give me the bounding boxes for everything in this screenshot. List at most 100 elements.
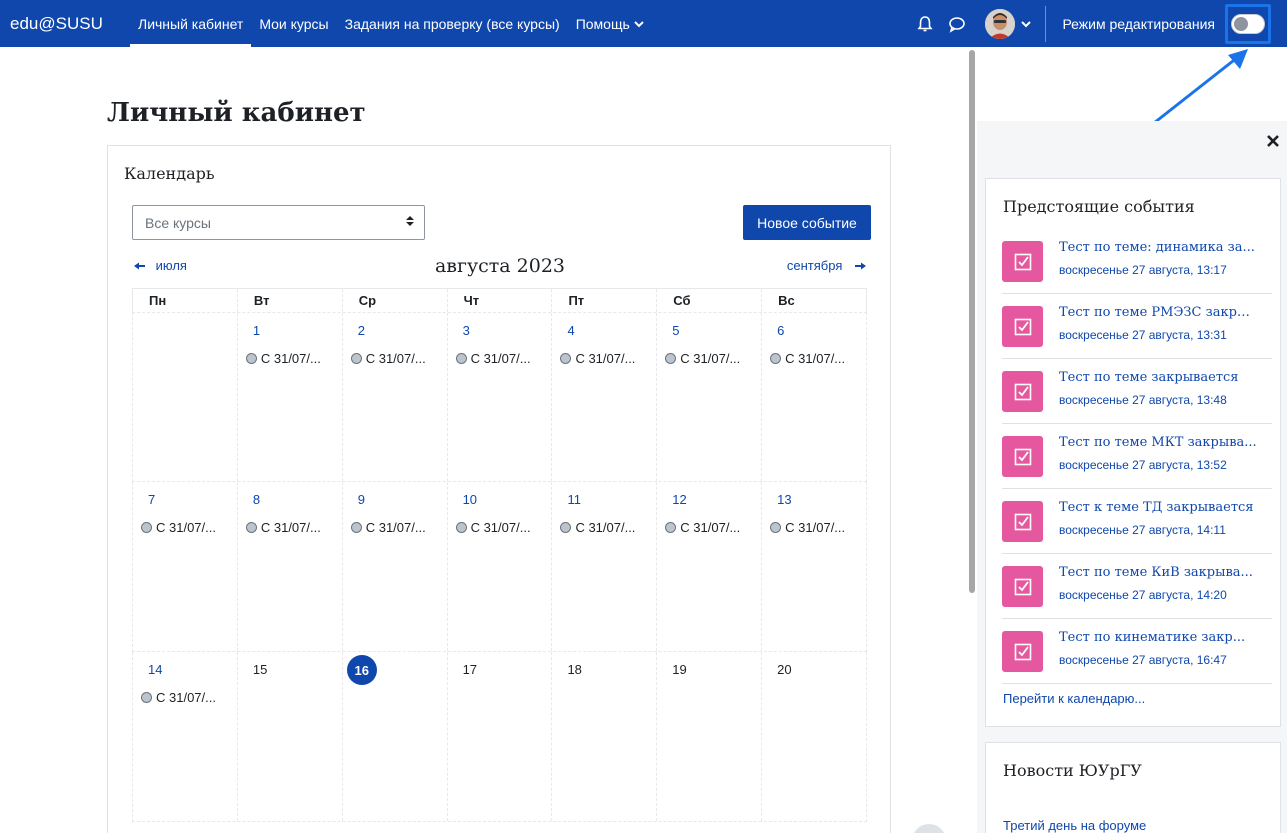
calendar-event[interactable]: С 31/07/...: [770, 351, 845, 366]
day-number[interactable]: 9: [358, 492, 365, 507]
day-number[interactable]: 12: [672, 492, 686, 507]
calendar-day[interactable]: 8 С 31/07/...: [238, 482, 343, 651]
event-date-link[interactable]: воскресенье 27 августа, 16:47: [1059, 653, 1227, 667]
event-date-link[interactable]: воскресенье 27 августа, 14:11: [1059, 523, 1226, 537]
day-number[interactable]: 13: [777, 492, 791, 507]
calendar-event[interactable]: С 31/07/...: [665, 520, 740, 535]
list-item[interactable]: Тест по теме РМЭЗС закры... воскресенье …: [1002, 294, 1272, 359]
calendar-event[interactable]: С 31/07/...: [455, 520, 531, 535]
event-name-link[interactable]: Тест по теме закрывается: [1059, 370, 1257, 385]
calendar-day[interactable]: 20: [762, 652, 866, 821]
day-number[interactable]: 6: [777, 323, 784, 338]
day-number: 20: [777, 662, 792, 677]
calendar-day[interactable]: 10 С 31/07/...: [448, 482, 553, 651]
calendar-day[interactable]: 7 С 31/07/...: [133, 482, 238, 651]
day-number[interactable]: 8: [253, 492, 260, 507]
messages-button[interactable]: [941, 8, 973, 40]
edit-mode-toggle[interactable]: [1231, 13, 1265, 34]
day-number[interactable]: 14: [148, 662, 162, 677]
user-menu-chevron-icon[interactable]: [1021, 20, 1032, 28]
scroll-to-top-button[interactable]: [912, 824, 946, 833]
event-name-link[interactable]: Тест по теме МКТ закрыва...: [1059, 435, 1257, 450]
event-name-link[interactable]: Тест к теме ТД закрывается: [1059, 500, 1257, 515]
calendar-event[interactable]: С 31/07/...: [665, 351, 740, 366]
calendar-event[interactable]: С 31/07/...: [560, 520, 635, 535]
weekday-wed: Ср: [343, 289, 448, 312]
calendar-day[interactable]: 11 С 31/07/...: [552, 482, 658, 651]
weekday-thu: Чт: [448, 289, 553, 312]
calendar-day[interactable]: 4 С 31/07/...: [552, 313, 658, 481]
list-item[interactable]: Тест по теме закрывается воскресенье 27 …: [1002, 359, 1272, 424]
calendar-day[interactable]: 2 С 31/07/...: [343, 313, 448, 481]
day-number: 15: [252, 662, 268, 677]
goto-calendar-link[interactable]: Перейти к календарю...: [1003, 691, 1145, 706]
quiz-checkbox-icon: [1002, 501, 1043, 542]
event-date-link[interactable]: воскресенье 27 августа, 13:31: [1059, 328, 1227, 342]
calendar-event[interactable]: С 31/07/...: [350, 351, 426, 366]
list-item[interactable]: Тест по теме МКТ закрыва... воскресенье …: [1002, 424, 1272, 489]
event-name-link[interactable]: Тест по теме: динамика за...: [1059, 240, 1257, 255]
notifications-button[interactable]: [909, 8, 941, 40]
event-date-link[interactable]: воскресенье 27 августа, 13:17: [1059, 263, 1227, 277]
calendar-day[interactable]: 13 С 31/07/...: [762, 482, 866, 651]
calendar-day-today[interactable]: 16: [343, 652, 448, 821]
calendar-day[interactable]: 9 С 31/07/...: [343, 482, 448, 651]
day-number[interactable]: 1: [253, 323, 260, 338]
event-dot-icon: [350, 522, 362, 533]
event-date-link[interactable]: воскресенье 27 августа, 13:52: [1059, 458, 1227, 472]
calendar-event[interactable]: С 31/07/...: [245, 520, 321, 535]
event-dot-icon: [141, 522, 152, 533]
event-name-link[interactable]: Тест по теме РМЭЗС закры...: [1059, 305, 1257, 320]
day-number[interactable]: 4: [567, 323, 574, 338]
nav-help[interactable]: Помощь: [568, 0, 652, 47]
event-dot-icon: [770, 353, 782, 364]
user-avatar[interactable]: [985, 8, 1016, 39]
event-date-link[interactable]: воскресенье 27 августа, 13:48: [1059, 393, 1227, 407]
calendar-event[interactable]: С 31/07/...: [245, 351, 321, 366]
event-date-link[interactable]: воскресенье 27 августа, 14:20: [1059, 588, 1227, 602]
event-name-link[interactable]: Тест по теме КиВ закрыва...: [1059, 565, 1257, 580]
calendar-event[interactable]: С 31/07/...: [141, 690, 216, 705]
day-number[interactable]: 2: [358, 323, 365, 338]
calendar-event[interactable]: С 31/07/...: [455, 351, 531, 366]
calendar-event[interactable]: С 31/07/...: [560, 351, 635, 366]
calendar-day[interactable]: 18: [552, 652, 658, 821]
list-item[interactable]: Тест по теме КиВ закрыва... воскресенье …: [1002, 554, 1272, 619]
calendar-event[interactable]: С 31/07/...: [770, 520, 845, 535]
nav-dashboard[interactable]: Личный кабинет: [130, 0, 252, 47]
calendar-day[interactable]: 15: [238, 652, 343, 821]
calendar-title: Календарь: [124, 164, 215, 183]
calendar-event[interactable]: С 31/07/...: [350, 520, 426, 535]
day-number[interactable]: 11: [567, 492, 581, 507]
list-item[interactable]: Тест к теме ТД закрывается воскресенье 2…: [1002, 489, 1272, 554]
calendar-day[interactable]: 12 С 31/07/...: [657, 482, 763, 651]
site-brand[interactable]: edu@SUSU: [0, 14, 130, 34]
calendar-day[interactable]: 17: [448, 652, 553, 821]
day-number[interactable]: 7: [148, 492, 155, 507]
nav-assignments-review[interactable]: Задания на проверку (все курсы): [337, 0, 568, 47]
today-badge[interactable]: 16: [346, 655, 377, 685]
news-item-link[interactable]: Третий день на форуме: [1003, 818, 1146, 833]
calendar-day[interactable]: 6 С 31/07/...: [762, 313, 866, 481]
day-number[interactable]: 5: [672, 323, 679, 338]
nav-my-courses[interactable]: Мои курсы: [251, 0, 336, 47]
weekday-sat: Сб: [657, 289, 763, 312]
next-month-link[interactable]: сентября: [787, 258, 866, 273]
calendar-day[interactable]: 14 С 31/07/...: [133, 652, 238, 821]
list-item[interactable]: Тест по теме: динамика за... воскресенье…: [1002, 229, 1272, 294]
weekday-fri: Пт: [552, 289, 658, 312]
day-number[interactable]: 3: [463, 323, 470, 338]
page-scrollbar[interactable]: [969, 50, 975, 593]
event-name-link[interactable]: Тест по кинематике закр...: [1059, 630, 1257, 645]
close-icon[interactable]: [1267, 135, 1279, 147]
list-item[interactable]: Тест по кинематике закр... воскресенье 2…: [1002, 619, 1272, 684]
calendar-day[interactable]: 3 С 31/07/...: [448, 313, 553, 481]
day-number[interactable]: 10: [463, 492, 477, 507]
chevron-down-icon: [634, 20, 644, 27]
calendar-day[interactable]: 5 С 31/07/...: [657, 313, 763, 481]
course-filter-select[interactable]: Все курсы: [132, 205, 425, 240]
calendar-event[interactable]: С 31/07/...: [141, 520, 216, 535]
calendar-day[interactable]: 1 С 31/07/...: [238, 313, 343, 481]
new-event-button[interactable]: Новое событие: [743, 205, 871, 240]
calendar-day[interactable]: 19: [657, 652, 763, 821]
